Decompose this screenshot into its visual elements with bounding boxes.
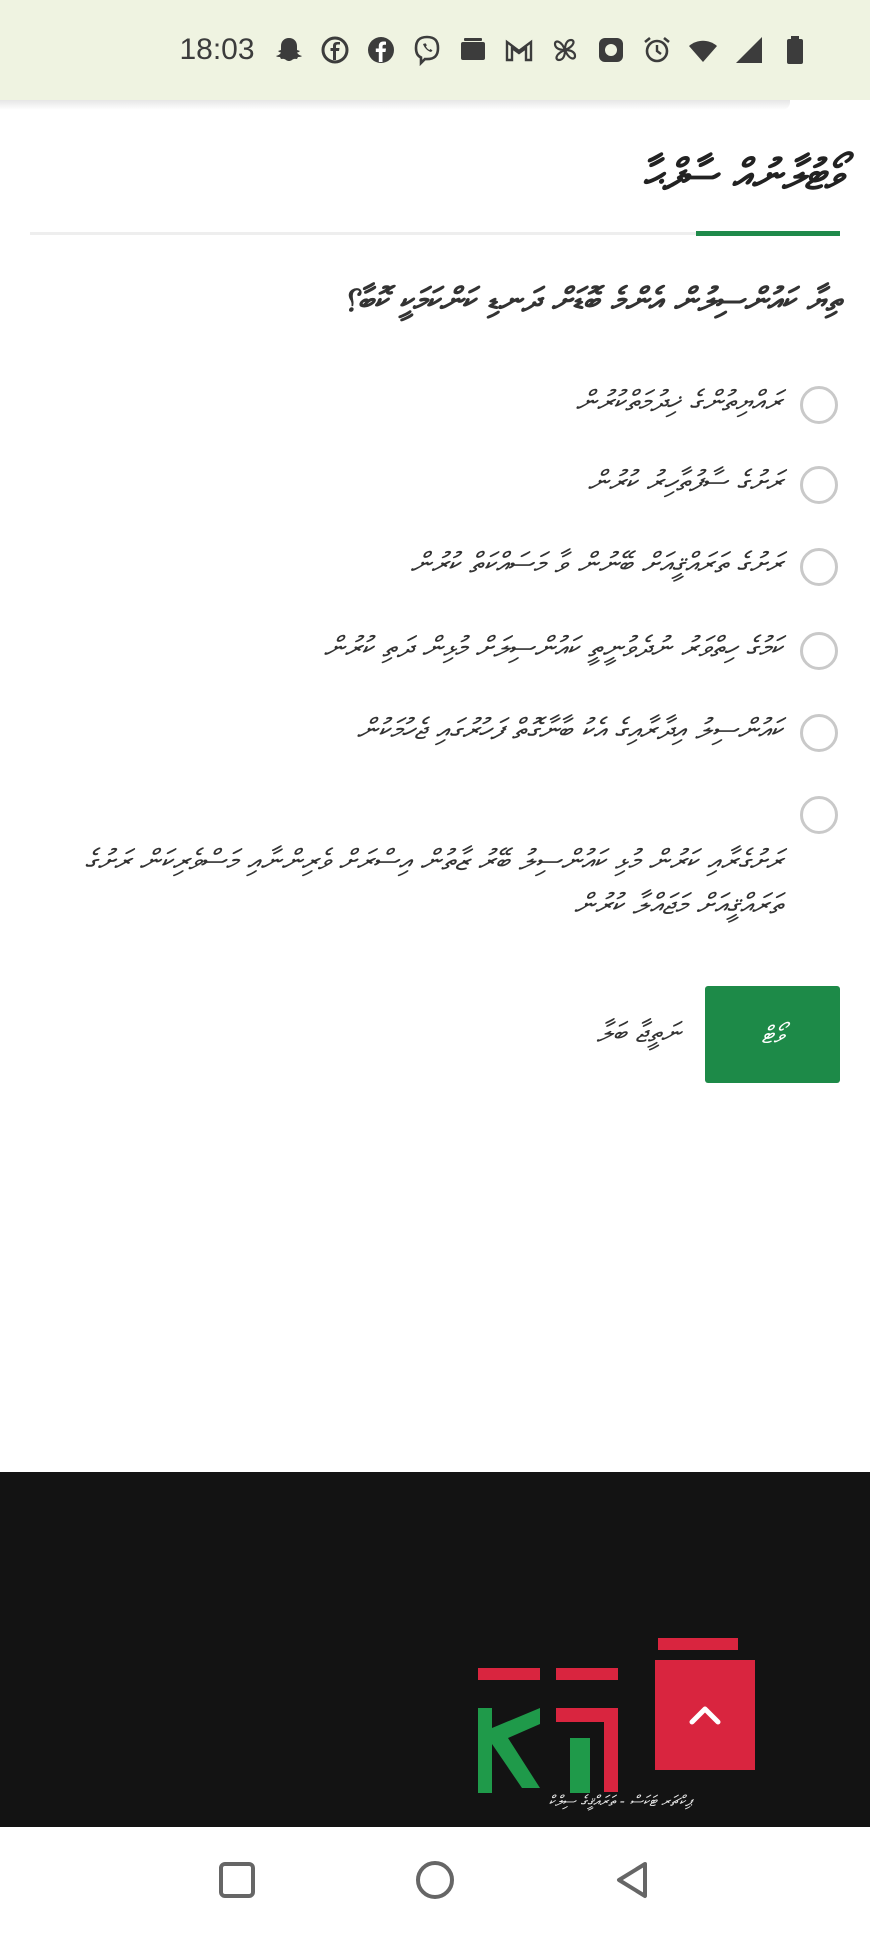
- system-nav-bar: [0, 1827, 870, 1933]
- option-label: ރަށުގެ ތަރައްޤީއަށް ބޭނުން ވާ މަސައްކަތް…: [410, 546, 782, 580]
- alarm-icon: [643, 36, 670, 63]
- square-icon: [219, 1862, 255, 1898]
- option-label: ރަށުގެރާއި ކަރުން މުޅި ކައުންސިލު ބޭރު ޒ…: [84, 843, 782, 921]
- option-label: ރަށުގެ ސާފުތާހިރު ކުރުން: [587, 464, 782, 498]
- triangle-back-icon: [617, 1862, 647, 1898]
- status-bar: 18:03: [0, 0, 870, 100]
- facebook-outline-icon: [321, 36, 349, 64]
- back-button[interactable]: [609, 1856, 657, 1904]
- wifi-icon: [688, 40, 717, 62]
- scroll-to-top-button[interactable]: [655, 1660, 755, 1770]
- status-icons: [273, 34, 811, 66]
- photo-icon: [598, 38, 623, 62]
- option-label: ކައުންސިލު އިދާރާއިގެ އެކު ބާނާގޮތް ފަހު…: [356, 712, 782, 746]
- pinwheel-icon: [553, 38, 576, 62]
- page-title: ވޯޓުލާނުއް ސާފްޙާ: [642, 150, 842, 199]
- snapchat-icon: [275, 38, 302, 61]
- circle-icon: [416, 1861, 454, 1899]
- view-results-link[interactable]: ނަތީޖާ ބަލާ: [500, 1016, 680, 1050]
- header-shadow: [0, 100, 790, 110]
- status-time: 18:03: [179, 33, 255, 66]
- battery-icon: [786, 36, 803, 64]
- radio-button[interactable]: [800, 632, 838, 670]
- chevron-up-icon: [689, 1706, 721, 1725]
- option-label: ރައްޔިތުންގެ ޚިދުމަތްކުރުން: [575, 384, 782, 418]
- title-divider-accent: [696, 231, 840, 236]
- home-button[interactable]: [411, 1856, 459, 1904]
- radio-button[interactable]: [800, 714, 838, 752]
- option-label: ކަމުގެ ހިތްވަރު ނުދެވުނީތީ ކައުންސިލަށް …: [323, 630, 782, 664]
- radio-button[interactable]: [800, 548, 838, 586]
- poll-question: ތިޔާ ކައުންސިލުން އެންމެ ބޮޑަށް ދަނޑި ކަ…: [342, 280, 842, 319]
- radio-button[interactable]: [800, 796, 838, 834]
- viber-icon: [414, 35, 439, 66]
- logo-tagline: ޕިކްޗަރ ޓަކަސް - ތަރައްޤީގެ ސިލްކް: [548, 1792, 692, 1810]
- recents-button[interactable]: [213, 1856, 261, 1904]
- gmail-icon: [505, 39, 532, 62]
- signal-icon: [735, 37, 762, 63]
- radio-button[interactable]: [800, 386, 838, 424]
- facebook-icon: [367, 37, 394, 63]
- messages-icon: [460, 38, 485, 60]
- radio-button[interactable]: [800, 466, 838, 504]
- vote-button[interactable]: ވޯޓް: [705, 986, 840, 1083]
